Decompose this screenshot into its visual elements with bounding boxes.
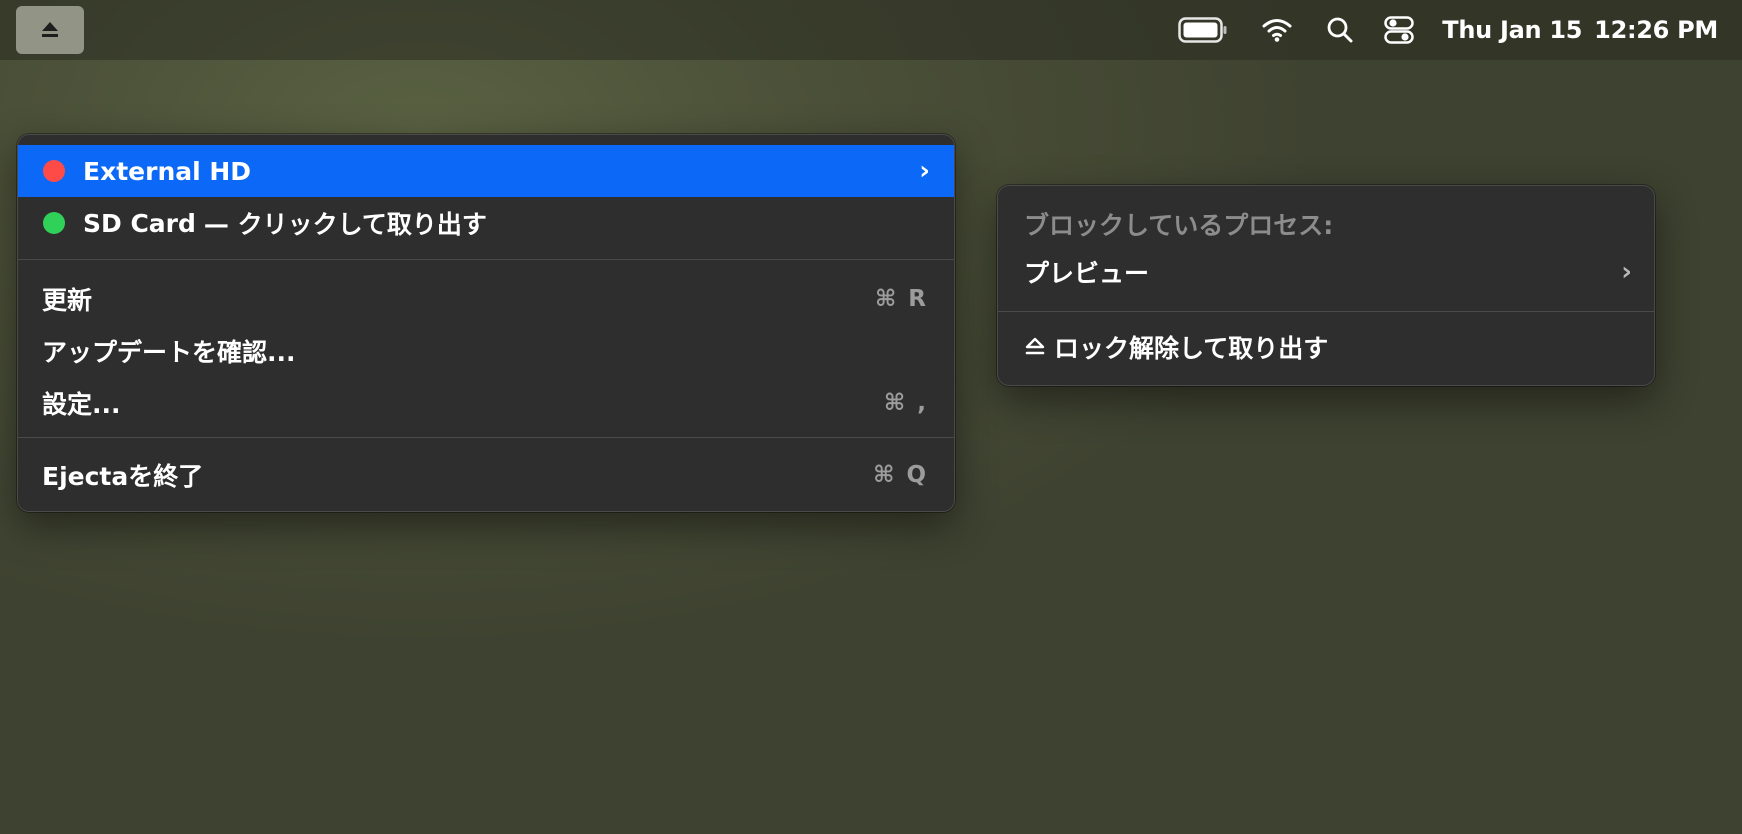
settings-menu-item[interactable]: 設定... ⌘ , xyxy=(18,377,954,429)
drive-status-red-dot xyxy=(43,160,65,182)
menu-bar: Thu Jan 15 12:26 PM xyxy=(0,0,1742,60)
eject-icon xyxy=(1025,337,1045,355)
eject-icon xyxy=(42,22,58,37)
check-updates-menu-item[interactable]: アップデートを確認... xyxy=(18,325,954,377)
process-name: プレビュー xyxy=(1024,259,1150,288)
check-updates-label: アップデートを確認... xyxy=(42,338,296,367)
battery-icon[interactable] xyxy=(1178,14,1228,46)
menu-bar-clock[interactable]: Thu Jan 15 12:26 PM xyxy=(1442,0,1718,60)
clock-time: 12:26 PM xyxy=(1594,16,1718,44)
drive-name: External HD xyxy=(83,156,252,186)
quit-menu-item[interactable]: Ejectaを終了 ⌘ Q xyxy=(18,449,954,501)
drive-item-sd-card[interactable]: SD Card — クリックして取り出す xyxy=(18,197,954,249)
clock-date: Thu Jan 15 xyxy=(1442,16,1583,44)
drive-status-green-dot xyxy=(43,212,65,234)
search-icon[interactable] xyxy=(1326,14,1354,46)
chevron-right-icon: › xyxy=(1621,257,1632,287)
drive-name: SD Card xyxy=(83,208,196,238)
unlock-and-eject-label: ロック解除して取り出す xyxy=(1054,334,1329,363)
drive-action-hint: — クリックして取り出す xyxy=(203,210,487,239)
menu-separator xyxy=(18,437,954,438)
drive-item-external-hd[interactable]: External HD › xyxy=(18,145,954,197)
unlock-and-eject-content: ロック解除して取り出す xyxy=(1024,329,1328,365)
refresh-shortcut: ⌘ R xyxy=(874,286,928,312)
process-item-preview[interactable]: プレビュー › xyxy=(998,246,1654,298)
eject-status-item[interactable] xyxy=(16,6,84,54)
chevron-right-icon: › xyxy=(919,156,930,186)
menu-separator xyxy=(18,259,954,260)
quit-shortcut: ⌘ Q xyxy=(873,462,928,488)
settings-shortcut: ⌘ , xyxy=(883,390,928,416)
wifi-icon[interactable] xyxy=(1262,14,1292,46)
blocking-processes-heading: ブロックしているプロセス: xyxy=(1024,211,1334,240)
control-center-icon[interactable] xyxy=(1384,14,1414,46)
refresh-label: 更新 xyxy=(42,286,93,315)
menu-separator xyxy=(998,311,1654,312)
refresh-menu-item[interactable]: 更新 ⌘ R xyxy=(18,273,954,325)
settings-label: 設定... xyxy=(42,390,121,419)
quit-label: Ejectaを終了 xyxy=(42,462,204,491)
unlock-and-eject-menu-item[interactable]: ロック解除して取り出す xyxy=(998,321,1654,373)
ejecta-menu: External HD › SD Card — クリックして取り出す 更新 ⌘ … xyxy=(17,134,955,512)
external-hd-submenu: ブロックしているプロセス: プレビュー › ロック解除して取り出す xyxy=(997,185,1655,386)
